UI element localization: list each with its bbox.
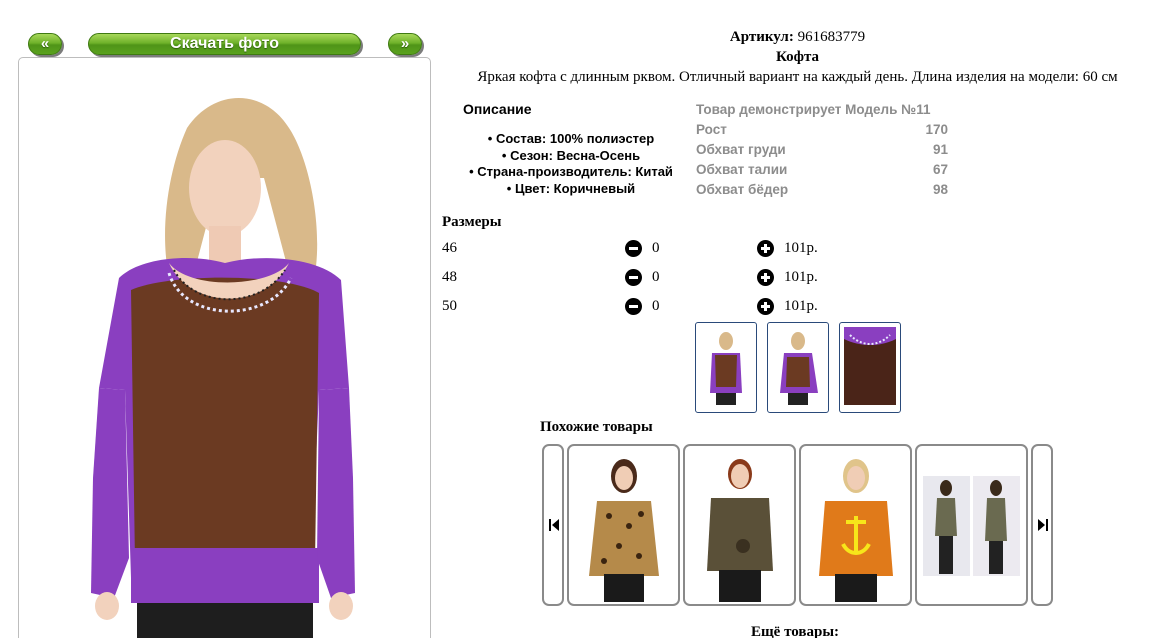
more-products-heading: Ещё товары: (751, 624, 840, 638)
spec-item: • Цвет: Коричневый (506, 180, 636, 196)
model-row-waist: Обхват талии 67 (696, 162, 948, 177)
plus-circle-icon[interactable] (757, 269, 774, 286)
description-heading: Описание (463, 101, 532, 117)
similar-product-card[interactable] (799, 444, 912, 606)
similar-products-heading: Похожие товары (540, 419, 653, 435)
thumbnail-back[interactable] (767, 322, 829, 413)
carousel-next-button[interactable] (1031, 444, 1053, 606)
size-price: 101р. (784, 298, 818, 314)
plus-circle-icon[interactable] (757, 298, 774, 315)
model-measurements: Товар демонстрирует Модель №11 Рост 170 О… (696, 100, 948, 200)
article-line: Артикул: 961683779 (435, 29, 1160, 46)
size-row-50: 50 0 101р. (442, 295, 842, 317)
product-description: Яркая кофта с длинным рквом. Отличный ва… (477, 69, 1118, 85)
spec-item: • Сезон: Весна-Осень (501, 147, 641, 163)
carousel-prev-button[interactable] (542, 444, 564, 606)
size-price: 101р. (784, 240, 818, 256)
model-row-hips: Обхват бёдер 98 (696, 182, 948, 197)
skip-forward-icon (1038, 519, 1048, 531)
main-product-photo[interactable] (18, 57, 431, 638)
plus-circle-icon[interactable] (757, 240, 774, 257)
download-photo-button[interactable]: Скачать фото (88, 33, 361, 55)
size-quantity: 0 (652, 269, 660, 285)
similar-product-card[interactable] (915, 444, 1028, 606)
thumbnail-front[interactable] (695, 322, 757, 413)
similar-product-card[interactable] (683, 444, 796, 606)
sizes-heading: Размеры (442, 214, 502, 230)
article-value: 961683779 (797, 29, 866, 45)
size-label: 48 (442, 269, 457, 285)
size-quantity: 0 (652, 240, 660, 256)
spec-item: • Состав: 100% полиэстер (487, 131, 655, 146)
size-quantity: 0 (652, 298, 660, 314)
size-row-48: 48 0 101р. (442, 266, 842, 288)
minus-circle-icon[interactable] (625, 298, 642, 315)
minus-circle-icon[interactable] (625, 240, 642, 257)
skip-back-icon (549, 519, 559, 531)
size-row-46: 46 0 101р. (442, 237, 842, 259)
product-title: Кофта (775, 49, 820, 65)
prev-photo-button[interactable]: « (28, 33, 62, 55)
size-label: 50 (442, 298, 457, 314)
product-photo-image (91, 98, 355, 638)
model-row-height: Рост 170 (696, 122, 948, 137)
thumbnail-detail[interactable] (839, 322, 901, 413)
spec-list: • Состав: 100% полиэстер • Сезон: Весна-… (440, 131, 702, 197)
next-photo-button[interactable]: » (388, 33, 422, 55)
article-label: Артикул: (729, 29, 794, 45)
size-label: 46 (442, 240, 457, 256)
spec-item: • Страна-производитель: Китай (469, 164, 673, 179)
minus-circle-icon[interactable] (625, 269, 642, 286)
model-heading: Товар демонстрирует Модель №11 (696, 102, 931, 117)
model-row-chest: Обхват груди 91 (696, 142, 948, 157)
size-price: 101р. (784, 269, 818, 285)
similar-product-card[interactable] (567, 444, 680, 606)
